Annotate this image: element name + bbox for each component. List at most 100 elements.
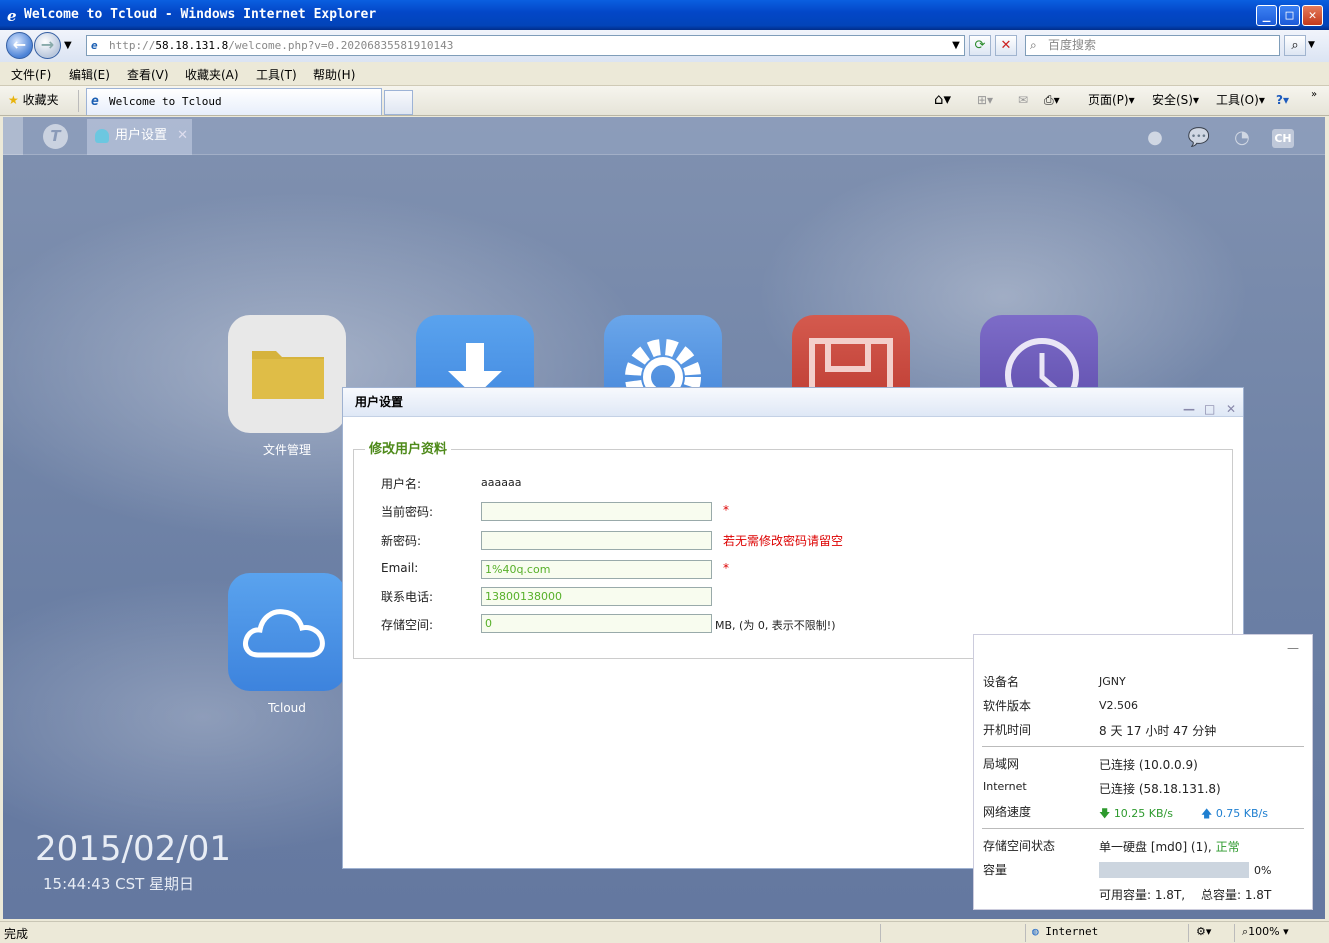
device-info-panel: — 设备名 JGNY 软件版本 V2.506 开机时间 8 天 17 小时 47… xyxy=(973,634,1313,910)
refresh-button[interactable]: ⟳ xyxy=(969,35,991,56)
phone-label: 联系电话: xyxy=(381,590,434,604)
stop-button[interactable]: ✕ xyxy=(995,35,1017,56)
help-icon[interactable]: ?▾ xyxy=(1276,91,1289,109)
dialog-maximize-icon[interactable]: □ xyxy=(1204,395,1215,424)
address-bar[interactable]: e http://58.18.131.8/welcome.php?v=0.202… xyxy=(86,35,965,56)
feeds-icon[interactable]: ⊞▾ xyxy=(977,91,993,109)
status-divider xyxy=(1188,924,1189,942)
version-label: 软件版本 xyxy=(983,699,1032,713)
zoom-control[interactable]: ⌕100% ▾ xyxy=(1242,925,1289,939)
title-bar: e Welcome to Tcloud - Windows Internet E… xyxy=(0,0,1329,30)
storage-status-text: 单一硬盘 [md0] (1), xyxy=(1099,840,1212,854)
storage-status-value: 单一硬盘 [md0] (1), 正常 xyxy=(1099,838,1240,855)
ie-window: e Welcome to Tcloud - Windows Internet E… xyxy=(0,0,1329,943)
status-divider xyxy=(1234,924,1235,942)
email-field[interactable]: 1%40q.com xyxy=(481,560,712,579)
language-switch[interactable]: CH xyxy=(1272,129,1294,148)
app-tab-user-settings[interactable]: 用户设置 ✕ xyxy=(87,119,192,155)
total-capacity: 总容量: 1.8T xyxy=(1201,888,1272,902)
print-icon[interactable]: ⎙▾ xyxy=(1044,91,1060,109)
url-scheme: http:// xyxy=(109,39,156,52)
zone-label: Internet xyxy=(1045,925,1099,938)
tab-title: Welcome to Tcloud xyxy=(109,95,222,108)
search-placeholder: 百度搜索 xyxy=(1048,38,1097,52)
device-name-label: 设备名 xyxy=(983,675,1020,689)
minimize-button[interactable]: _ xyxy=(1256,5,1277,26)
search-button[interactable]: ⌕ xyxy=(1284,35,1306,56)
tcloud-app[interactable] xyxy=(228,573,346,691)
current-password-input[interactable] xyxy=(481,502,712,521)
menu-help[interactable]: 帮助(H) xyxy=(313,66,355,83)
speed-down-value: 10.25 KB/s xyxy=(1113,807,1173,820)
forward-button[interactable]: → xyxy=(34,32,61,59)
close-button[interactable]: ✕ xyxy=(1302,5,1323,26)
safety-menu[interactable]: 安全(S)▾ xyxy=(1152,91,1199,109)
menu-edit[interactable]: 编辑(E) xyxy=(69,66,110,83)
device-name-value: JGNY xyxy=(1099,675,1126,688)
dashboard-icon[interactable]: ◔ xyxy=(1230,127,1254,149)
app-top-bar: T 用户设置 ✕ ● 💬 ◔ CH xyxy=(3,117,1325,155)
email-label: Email: xyxy=(381,561,419,575)
chat-icon[interactable]: 💬 xyxy=(1187,127,1211,149)
internet-label: Internet xyxy=(983,780,1027,793)
capacity-percent: 0% xyxy=(1254,864,1272,877)
menu-file[interactable]: 文件(F) xyxy=(11,66,51,83)
search-input[interactable]: ⌕ 百度搜索 xyxy=(1025,35,1280,56)
back-button[interactable]: ← xyxy=(6,32,33,59)
version-value: V2.506 xyxy=(1099,699,1139,712)
menu-bar: 文件(F) 编辑(E) 查看(V) 收藏夹(A) 工具(T) 帮助(H) xyxy=(0,62,1329,86)
status-text: 完成 xyxy=(4,927,29,941)
tcloud-logo-icon[interactable]: T xyxy=(43,124,68,149)
available-capacity: 可用容量: 1.8T, xyxy=(1099,888,1186,902)
profile-legend: 修改用户资料 xyxy=(365,438,452,457)
desktop-date: 2015/02/01 xyxy=(35,829,231,869)
left-strip xyxy=(3,117,23,155)
page-icon: e xyxy=(91,39,98,52)
search-options-icon[interactable]: ▼ xyxy=(1308,40,1315,50)
mail-icon[interactable]: ✉ xyxy=(1018,91,1028,109)
dialog-minimize-icon[interactable]: — xyxy=(1183,395,1195,424)
ie-logo-icon: e xyxy=(7,7,17,23)
panel-minimize-icon[interactable]: — xyxy=(1287,641,1299,655)
uptime-label: 开机时间 xyxy=(983,723,1032,737)
capacity-label: 容量 xyxy=(983,863,1008,877)
tools-menu[interactable]: 工具(O)▾ xyxy=(1216,91,1265,109)
navigation-bar: ← → ▼ e http://58.18.131.8/welcome.php?v… xyxy=(0,30,1329,62)
close-tab-icon[interactable]: ✕ xyxy=(177,119,188,153)
current-password-label: 当前密码: xyxy=(381,505,434,519)
speed-down: 🡇 10.25 KB/s xyxy=(1099,805,1173,824)
more-commands-icon[interactable]: » xyxy=(1311,86,1317,104)
zone-indicator: ◍ Internet xyxy=(1032,925,1098,938)
info-separator xyxy=(982,828,1304,829)
username-value: aaaaaa xyxy=(481,476,522,489)
favorites-button[interactable]: ★ 收藏夹 xyxy=(8,91,59,109)
divider xyxy=(78,90,79,112)
new-password-input[interactable] xyxy=(481,531,712,550)
capacity-bar xyxy=(1099,862,1249,878)
user-profile-icon[interactable]: ● xyxy=(1143,127,1167,149)
phone-field[interactable]: 13800138000 xyxy=(481,587,712,606)
email-required: * xyxy=(723,561,729,575)
lan-label: 局域网 xyxy=(983,757,1020,771)
dialog-close-icon[interactable]: ✕ xyxy=(1226,395,1236,424)
address-dropdown-icon[interactable]: ▼ xyxy=(947,35,965,56)
history-dropdown-icon[interactable]: ▼ xyxy=(64,40,72,51)
speed-up: 🡅 0.75 KB/s xyxy=(1201,805,1268,824)
protected-mode-icon[interactable]: ⚙▾ xyxy=(1196,925,1211,938)
browser-tab[interactable]: e Welcome to Tcloud xyxy=(86,88,382,115)
file-manager-app[interactable] xyxy=(228,315,346,433)
search-provider-icon: ⌕ xyxy=(1030,38,1037,52)
menu-view[interactable]: 查看(V) xyxy=(127,66,169,83)
webpage-content: T 用户设置 ✕ ● 💬 ◔ CH 文件管理 Tcloud 2015/02/01… xyxy=(3,117,1325,919)
new-tab-button[interactable] xyxy=(384,90,413,115)
url-path: /welcome.php?v=0.20206835581910143 xyxy=(228,39,454,52)
menu-favorites[interactable]: 收藏夹(A) xyxy=(185,66,239,83)
page-menu[interactable]: 页面(P)▾ xyxy=(1088,91,1135,109)
maximize-button[interactable]: □ xyxy=(1279,5,1300,26)
favorites-bar: ★ 收藏夹 e Welcome to Tcloud ⌂▾ ⊞▾ ✉ ⎙▾ 页面(… xyxy=(0,86,1329,116)
storage-field[interactable]: 0 xyxy=(481,614,712,633)
home-icon[interactable]: ⌂▾ xyxy=(934,91,951,107)
menu-tools[interactable]: 工具(T) xyxy=(256,66,297,83)
favorites-label: 收藏夹 xyxy=(22,93,59,107)
speed-up-value: 0.75 KB/s xyxy=(1215,807,1268,820)
